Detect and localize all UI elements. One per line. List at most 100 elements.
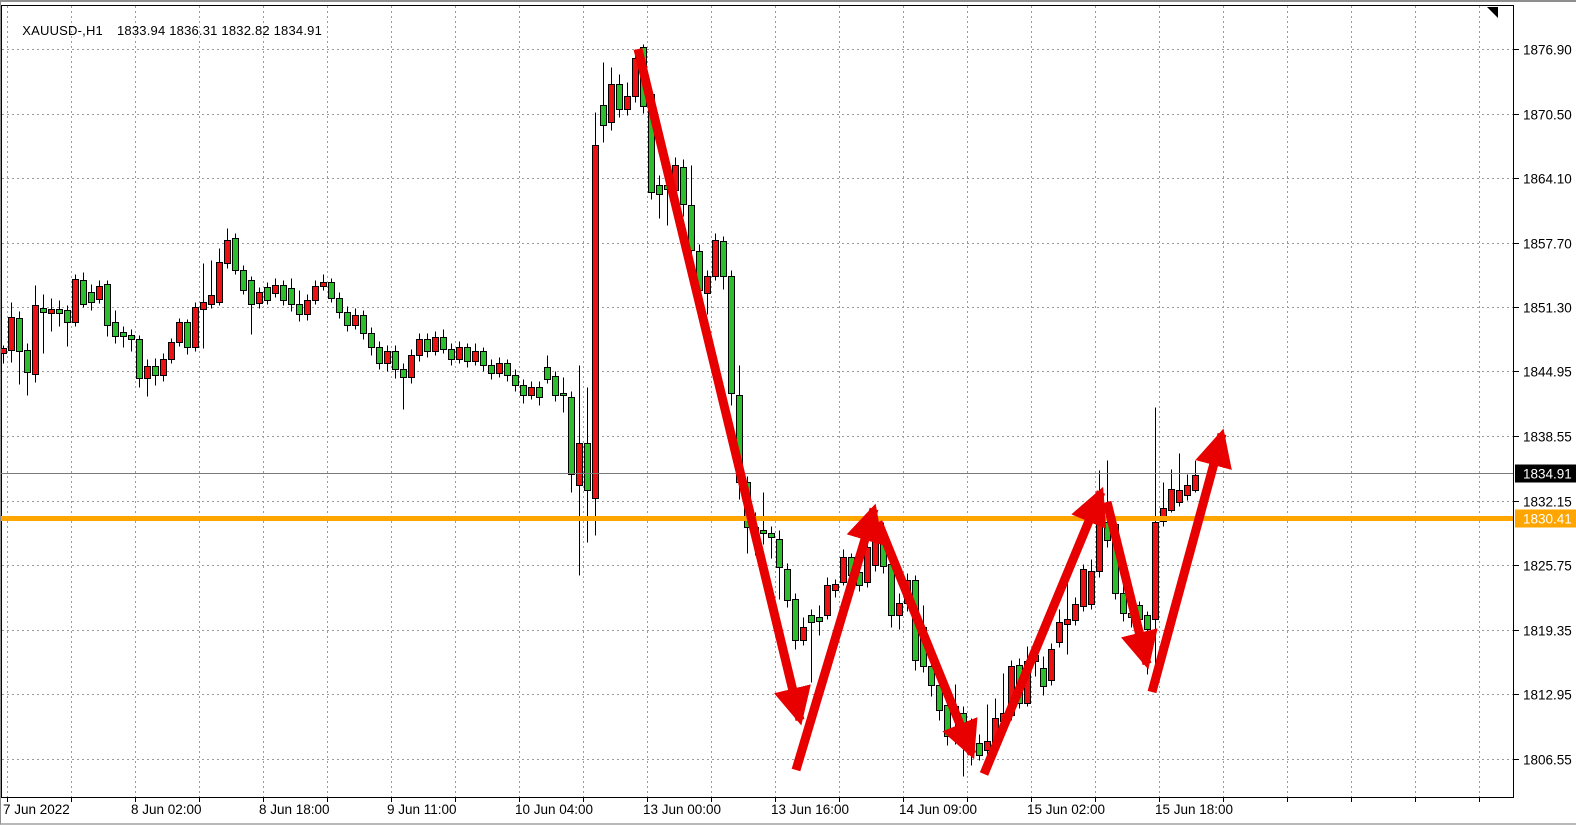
candle-bull[interactable] (1177, 491, 1183, 503)
candle-bear[interactable] (329, 283, 335, 299)
candle-bear[interactable] (41, 309, 47, 313)
candle-bear[interactable] (785, 570, 791, 601)
candle-bear[interactable] (337, 299, 343, 313)
candle-bear[interactable] (297, 305, 303, 315)
candle-bear[interactable] (809, 616, 815, 623)
candle-bull[interactable] (1, 349, 7, 354)
candle-bull[interactable] (145, 367, 151, 379)
candle-bull[interactable] (273, 286, 279, 294)
candle-bull[interactable] (1097, 523, 1103, 572)
candle-bear[interactable] (481, 352, 487, 366)
candle-bear[interactable] (761, 531, 767, 534)
candle-bear[interactable] (1041, 669, 1047, 687)
candle-bull[interactable] (593, 146, 599, 499)
candle-bull[interactable] (225, 241, 231, 264)
candle-bear[interactable] (425, 340, 431, 352)
candle-bear[interactable] (569, 398, 575, 475)
candle-bear[interactable] (441, 338, 447, 350)
candle-bear[interactable] (241, 271, 247, 291)
candle-bull[interactable] (897, 604, 903, 616)
candle-bear[interactable] (817, 618, 823, 622)
candle-bear[interactable] (537, 388, 543, 398)
candle-bull[interactable] (1169, 490, 1175, 511)
candle-bear[interactable] (249, 281, 255, 305)
candle-bull[interactable] (313, 287, 319, 301)
candle-bear[interactable] (729, 277, 735, 394)
candle-bull[interactable] (177, 323, 183, 343)
candle-bear[interactable] (81, 281, 87, 305)
candle-bull[interactable] (529, 388, 535, 396)
plot-area[interactable] (2, 6, 1514, 798)
candle-bull[interactable] (873, 541, 879, 566)
time-axis[interactable]: 7 Jun 20228 Jun 02:008 Jun 18:009 Jun 11… (3, 798, 1480, 817)
candle-bull[interactable] (193, 308, 199, 348)
candle-bull[interactable] (305, 301, 311, 315)
candle-bear[interactable] (1145, 616, 1151, 630)
candle-bull[interactable] (705, 277, 711, 294)
candle-bull[interactable] (577, 444, 583, 486)
candle-bear[interactable] (521, 386, 527, 396)
candle-bull[interactable] (841, 558, 847, 583)
candle-bull[interactable] (801, 628, 807, 641)
candle-bear[interactable] (561, 394, 567, 396)
candle-bear[interactable] (377, 348, 383, 364)
candle-bull[interactable] (497, 364, 503, 374)
candle-bear[interactable] (1121, 594, 1127, 614)
candle-bear[interactable] (721, 242, 727, 277)
candle-bear[interactable] (137, 340, 143, 379)
chart-canvas[interactable]: 1876.901870.501864.101857.701851.301844.… (1, 2, 1576, 825)
candle-bull[interactable] (49, 310, 55, 314)
price-axis[interactable]: 1876.901870.501864.101857.701851.301844.… (1514, 43, 1576, 768)
candle-bear[interactable] (185, 323, 191, 348)
candle-bear[interactable] (513, 376, 519, 386)
candle-bull[interactable] (1065, 620, 1071, 625)
candle-bear[interactable] (265, 288, 271, 301)
candle-bull[interactable] (713, 241, 719, 277)
candle-bear[interactable] (153, 367, 159, 376)
candle-bull[interactable] (417, 340, 423, 356)
candle-bull[interactable] (1057, 623, 1063, 643)
candle-bear[interactable] (57, 310, 63, 314)
candle-bull[interactable] (321, 283, 327, 287)
candle-bear[interactable] (361, 316, 367, 334)
candle-bear[interactable] (25, 351, 31, 373)
candle-bear[interactable] (65, 311, 71, 323)
candle-bear[interactable] (657, 186, 663, 195)
candle-bull[interactable] (433, 338, 439, 352)
candle-bull[interactable] (1193, 476, 1199, 491)
candle-bull[interactable] (473, 352, 479, 362)
candle-bull[interactable] (217, 263, 223, 303)
candle-bear[interactable] (17, 319, 23, 352)
candle-bear[interactable] (793, 600, 799, 641)
candle-bull[interactable] (161, 360, 167, 376)
candle-bear[interactable] (369, 334, 375, 348)
candle-bull[interactable] (825, 586, 831, 616)
candle-bull[interactable] (97, 287, 103, 300)
candle-bull[interactable] (457, 348, 463, 360)
candle-bull[interactable] (201, 303, 207, 310)
candle-bull[interactable] (1081, 570, 1087, 607)
candle-bear[interactable] (393, 352, 399, 370)
candle-bear[interactable] (233, 239, 239, 271)
candle-bear[interactable] (281, 286, 287, 301)
candle-bear[interactable] (769, 534, 775, 538)
candle-bear[interactable] (129, 336, 135, 340)
candle-bear[interactable] (553, 377, 559, 396)
candle-bear[interactable] (617, 85, 623, 110)
candle-bear[interactable] (681, 168, 687, 205)
candle-bear[interactable] (113, 323, 119, 337)
candle-bull[interactable] (73, 280, 79, 323)
candle-bear[interactable] (345, 313, 351, 326)
candle-bull[interactable] (353, 316, 359, 326)
candle-bear[interactable] (449, 350, 455, 360)
candle-bear[interactable] (545, 368, 551, 380)
candle-bull[interactable] (609, 85, 615, 123)
candle-bear[interactable] (465, 348, 471, 362)
candle-bull[interactable] (1073, 605, 1079, 621)
candle-bear[interactable] (121, 333, 127, 337)
candle-bear[interactable] (289, 289, 295, 305)
candle-bear[interactable] (585, 444, 591, 491)
candle-bull[interactable] (33, 306, 39, 375)
candle-bear[interactable] (105, 285, 111, 326)
candle-bull[interactable] (9, 318, 15, 351)
